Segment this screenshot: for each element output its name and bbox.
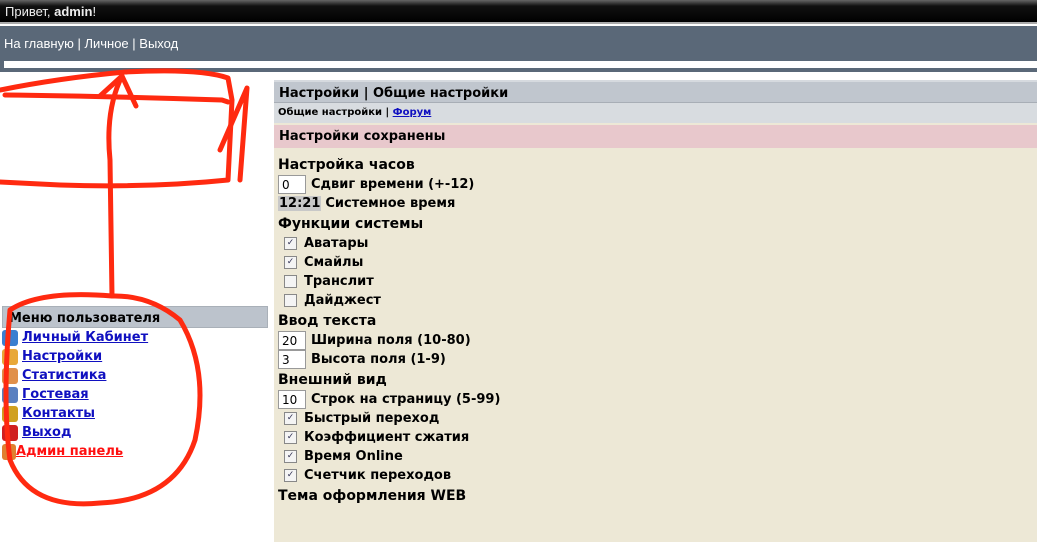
checkbox-label: Счетчик переходов	[304, 468, 452, 483]
checkbox-label: Быстрый переход	[304, 411, 440, 426]
username: admin	[54, 4, 93, 19]
sub-nav: Общие настройки | Форум	[274, 103, 1037, 123]
checkbox-label: Коэффициент сжатия	[304, 430, 470, 445]
user-menu: Меню пользователя Личный Кабинет Настройк…	[2, 306, 268, 461]
checkbox[interactable]	[284, 275, 297, 288]
checkbox-label: Время Online	[304, 449, 403, 464]
clock-heading: Настройка часов	[278, 157, 415, 173]
sidebar-item-label[interactable]: Контакты	[22, 406, 95, 421]
system-time-label: Системное время	[325, 196, 456, 211]
notepad-pencil-icon	[2, 386, 18, 403]
checkbox[interactable]: ✓	[284, 469, 297, 482]
user-menu-title: Меню пользователя	[2, 306, 268, 328]
greeting: Привет,	[5, 4, 55, 19]
checkbox[interactable]: ✓	[284, 431, 297, 444]
checkbox[interactable]	[284, 294, 297, 307]
sidebar-item-label[interactable]: Личный Кабинет	[22, 330, 148, 345]
annotation-check	[217, 85, 250, 183]
sidebar-item-label[interactable]: Админ панель	[16, 444, 123, 459]
functions-heading: Функции системы	[278, 216, 424, 232]
top-bar: Привет, admin!	[0, 0, 1037, 24]
checkbox-row: ✓ Коэффициент сжатия	[278, 428, 1033, 447]
field-width-label: Ширина поля (10-80)	[311, 333, 471, 348]
sidebar-item-label[interactable]: Выход	[22, 425, 71, 440]
text-input-heading: Ввод текста	[278, 313, 377, 329]
checkbox-row: ✓ Быстрый переход	[278, 409, 1033, 428]
sidebar-item[interactable]: Выход	[2, 423, 268, 442]
greeting-end: !	[92, 4, 97, 19]
separator: |	[382, 107, 393, 118]
checkbox[interactable]: ✓	[284, 412, 297, 425]
contacts-icon	[2, 405, 18, 422]
gear-icon	[2, 348, 18, 365]
user-edit-icon	[2, 367, 18, 384]
checkbox[interactable]: ✓	[284, 256, 297, 269]
annotation-line	[106, 73, 125, 299]
theme-heading: Тема оформления WEB	[278, 488, 467, 504]
sidebar-item-label[interactable]: Статистика	[22, 368, 106, 383]
sidebar-item[interactable]: Настройки	[2, 347, 268, 366]
checkbox-row: Транслит	[278, 272, 1033, 291]
checkbox-label: Транслит	[304, 274, 374, 289]
field-width-input[interactable]	[278, 331, 306, 350]
saved-message: Настройки сохранены	[274, 125, 1037, 148]
separator: |	[73, 36, 85, 51]
nav-home[interactable]: На главную	[4, 36, 74, 51]
time-offset-label: Сдвиг времени (+-12)	[311, 177, 475, 192]
sidebar-item[interactable]: Статистика	[2, 366, 268, 385]
system-time: 12:21	[278, 196, 322, 211]
checkbox[interactable]: ✓	[284, 237, 297, 250]
checkbox-label: Смайлы	[304, 255, 364, 270]
time-offset-input[interactable]	[278, 175, 306, 194]
checkbox-row: Дайджест	[278, 291, 1033, 310]
appearance-heading: Внешний вид	[278, 372, 387, 388]
profile-card-icon	[2, 329, 18, 346]
checkbox[interactable]: ✓	[284, 450, 297, 463]
checkbox-row: ✓ Аватары	[278, 234, 1033, 253]
sub-nav-current: Общие настройки	[278, 107, 383, 118]
divider	[4, 61, 1037, 68]
sidebar-item[interactable]: Личный Кабинет	[2, 328, 268, 347]
settings-panel: Настройки | Общие настройки Общие настро…	[274, 80, 1037, 542]
checkbox-row: ✓ Время Online	[278, 447, 1033, 466]
field-height-input[interactable]	[278, 350, 306, 369]
annotation-box-line	[2, 92, 231, 105]
stop-icon	[2, 424, 18, 441]
separator: |	[128, 36, 140, 51]
nav-logout[interactable]: Выход	[139, 36, 178, 51]
rows-per-page-input[interactable]	[278, 390, 306, 409]
checkbox-label: Аватары	[304, 236, 369, 251]
sidebar-item-label[interactable]: Настройки	[22, 349, 102, 364]
checkbox-label: Дайджест	[304, 293, 381, 308]
nav-personal[interactable]: Личное	[84, 36, 128, 51]
sub-nav-forum-link[interactable]: Форум	[393, 107, 432, 118]
rows-per-page-label: Строк на страницу (5-99)	[311, 392, 501, 407]
checkbox-row: ✓ Счетчик переходов	[278, 466, 1033, 485]
page-title: Настройки | Общие настройки	[274, 80, 1037, 103]
sidebar-item[interactable]: Контакты	[2, 404, 268, 423]
checkbox-row: ✓ Смайлы	[278, 253, 1033, 272]
sidebar-item[interactable]: Админ панель	[2, 442, 268, 461]
annotation-arrow	[97, 73, 139, 109]
sidebar-item[interactable]: Гостевая	[2, 385, 268, 404]
nav-bar: На главную | Личное | Выход	[0, 26, 1037, 72]
field-height-label: Высота поля (1-9)	[311, 352, 446, 367]
annotation-box	[0, 68, 235, 189]
admin-folder-icon	[2, 443, 16, 460]
sidebar-item-label[interactable]: Гостевая	[22, 387, 89, 402]
